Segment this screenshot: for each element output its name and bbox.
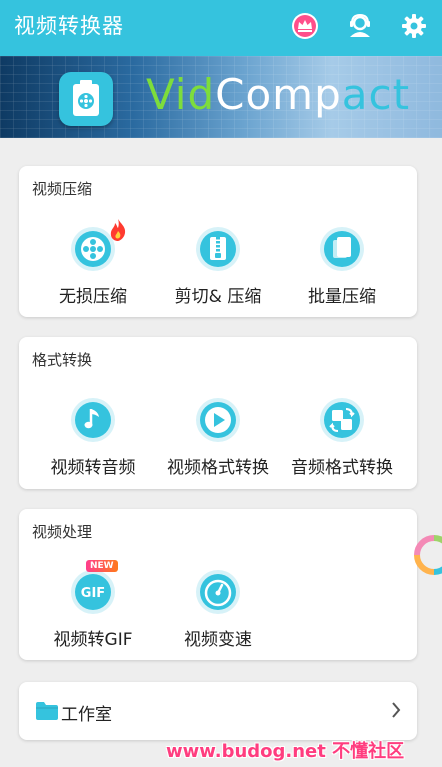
hot-flame-icon xyxy=(108,218,128,246)
batch-compress-button[interactable]: 批量压缩 xyxy=(276,226,408,307)
section-format-convert: 格式转换 视频转音频 视频格式转换 音频格式转换 xyxy=(19,337,417,489)
chevron-right-icon xyxy=(391,701,401,723)
cut-compress-button[interactable]: 剪切& 压缩 xyxy=(152,226,284,307)
item-label: 视频格式转换 xyxy=(167,458,269,478)
film-reel-icon xyxy=(70,219,126,272)
video-to-audio-button[interactable]: 视频转音频 xyxy=(27,397,159,478)
app-logo-icon xyxy=(59,72,113,126)
brand-banner: VidCompact xyxy=(0,56,442,138)
settings-gear-icon[interactable] xyxy=(400,12,428,40)
zip-file-icon xyxy=(195,226,241,272)
stack-files-icon xyxy=(319,226,365,272)
item-label: 批量压缩 xyxy=(308,287,376,307)
lossless-compress-button[interactable]: 无损压缩 xyxy=(27,219,159,307)
section-title: 格式转换 xyxy=(32,351,93,369)
section-title: 视频处理 xyxy=(32,523,93,541)
crown-icon[interactable] xyxy=(291,12,319,40)
item-label: 视频转音频 xyxy=(50,458,136,478)
convert-arrows-icon xyxy=(319,397,365,443)
item-label: 剪切& 压缩 xyxy=(174,287,262,307)
support-agent-icon[interactable] xyxy=(346,12,374,40)
speedometer-icon xyxy=(195,569,241,615)
workshop-label: 工作室 xyxy=(61,705,112,725)
video-to-gif-button[interactable]: GIF NEW 视频转GIF xyxy=(27,560,159,650)
workshop-row[interactable]: 工作室 xyxy=(19,682,417,740)
item-label: 音频格式转换 xyxy=(291,458,393,478)
new-badge: NEW xyxy=(86,560,118,572)
brand-part1: Vid xyxy=(146,70,216,119)
brand-wordmark: VidCompact xyxy=(146,70,410,119)
brand-part3: act xyxy=(341,70,411,119)
watermark-text: www.budog.net 不懂社区 xyxy=(166,741,405,762)
top-app-bar: 视频转换器 xyxy=(0,0,442,56)
video-speed-button[interactable]: 视频变速 xyxy=(152,569,284,650)
section-video-compress: 视频压缩 无损压缩 剪切& 压缩 批量压缩 xyxy=(19,166,417,317)
audio-format-convert-button[interactable]: 音频格式转换 xyxy=(276,397,408,478)
music-note-icon xyxy=(70,397,116,443)
section-title: 视频压缩 xyxy=(32,180,93,198)
brand-part2: Comp xyxy=(215,70,342,119)
app-title: 视频转换器 xyxy=(14,14,124,38)
floating-loader-widget[interactable] xyxy=(414,535,442,575)
item-label: 视频变速 xyxy=(184,630,252,650)
item-label: 无损压缩 xyxy=(59,287,127,307)
gif-icon: GIF NEW xyxy=(70,560,118,615)
item-label: 视频转GIF xyxy=(53,630,133,650)
folder-icon xyxy=(35,700,59,726)
video-format-convert-button[interactable]: 视频格式转换 xyxy=(152,397,284,478)
svg-text:GIF: GIF xyxy=(81,586,105,601)
play-icon xyxy=(195,397,241,443)
section-video-process: 视频处理 GIF NEW 视频转GIF 视频变速 xyxy=(19,509,417,660)
